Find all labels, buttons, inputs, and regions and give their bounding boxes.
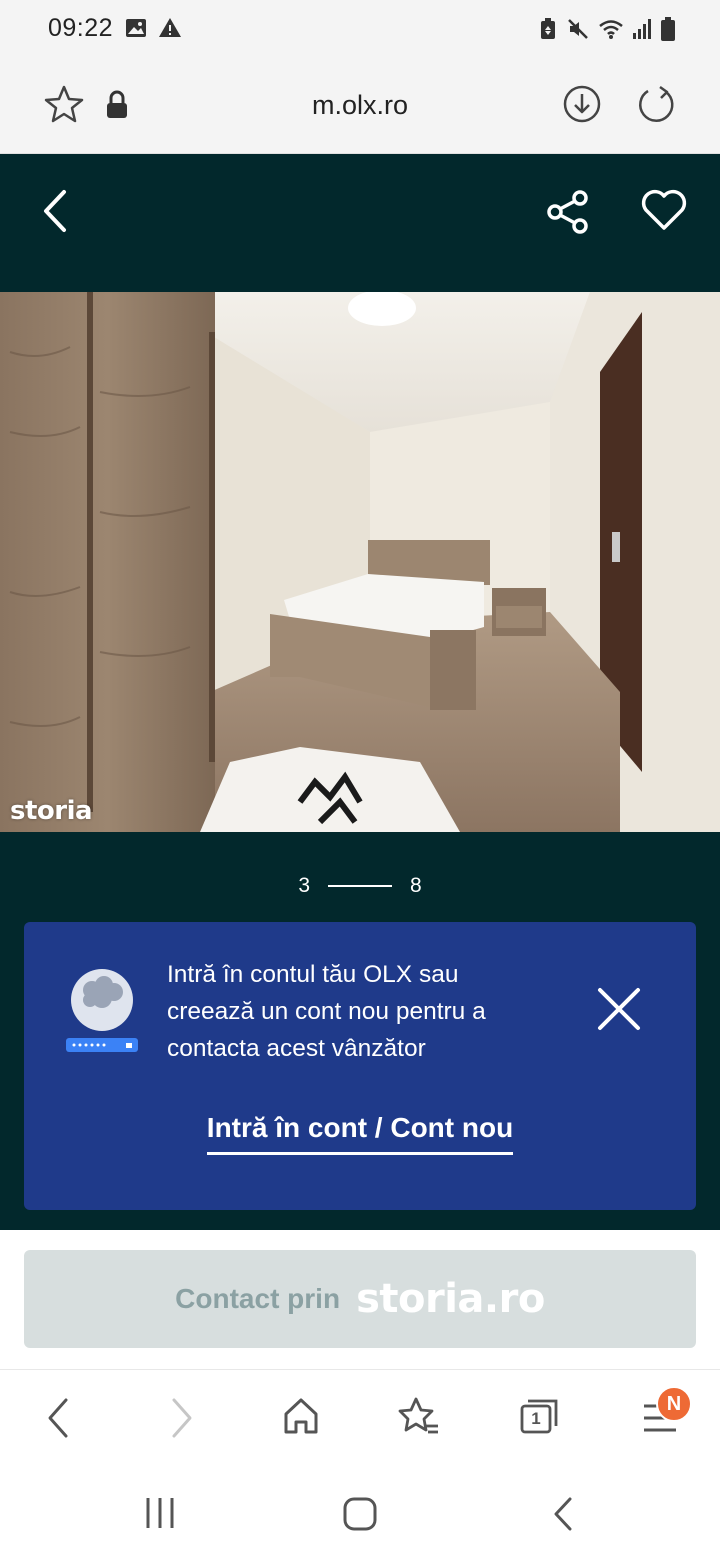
listing-body: 3 8 Intră în contul tău OLX sau creează … (0, 832, 720, 1230)
system-back-icon[interactable] (550, 1496, 576, 1532)
refresh-icon[interactable] (636, 84, 676, 124)
notification-badge: N (656, 1386, 692, 1422)
listing-photo[interactable]: storia (0, 292, 720, 832)
status-time: 09:22 (48, 14, 114, 42)
back-icon[interactable] (38, 188, 74, 234)
download-icon[interactable] (562, 84, 602, 124)
heart-icon[interactable] (640, 188, 688, 232)
battery-saver-icon (541, 18, 555, 39)
share-icon[interactable] (546, 190, 590, 234)
contact-area: Contact prin storia.ro (0, 1230, 720, 1370)
battery-icon (661, 17, 675, 41)
pager-total: 8 (410, 874, 422, 897)
tab-count: 1 (531, 1409, 541, 1428)
close-icon[interactable] (596, 986, 642, 1032)
url-text[interactable]: m.olx.ro (0, 90, 720, 121)
pager-current: 3 (298, 874, 310, 897)
home-button-icon[interactable] (342, 1496, 378, 1532)
storia-logo: storia.ro (356, 1276, 545, 1322)
browser-forward-icon[interactable] (166, 1396, 196, 1440)
status-bar: 09:22 (0, 0, 720, 60)
contact-button[interactable]: Contact prin storia.ro (24, 1250, 696, 1348)
browser-back-icon[interactable] (44, 1396, 74, 1440)
browser-toolbar: 1 N (0, 1370, 720, 1466)
bookmarks-icon[interactable] (398, 1396, 440, 1438)
storia-watermark: storia (10, 796, 93, 826)
login-register-link[interactable]: Intră în cont / Cont nou (206, 1112, 514, 1155)
bedroom-photo (0, 292, 720, 832)
user-avatar-icon (66, 969, 138, 1052)
browser-address-bar: m.olx.ro (0, 60, 720, 154)
listing-header (0, 154, 720, 292)
contact-label: Contact prin (175, 1283, 341, 1314)
photo-pager: 3 8 (0, 874, 720, 898)
login-message: Intră în contul tău OLX sau creează un c… (167, 961, 486, 1062)
tabs-button[interactable]: 1 (518, 1396, 562, 1436)
warning-icon (159, 18, 181, 37)
home-icon[interactable] (282, 1396, 320, 1436)
pager-divider (328, 885, 392, 887)
signal-icon (633, 19, 651, 39)
login-prompt-card: Intră în contul tău OLX sau creează un c… (24, 922, 696, 1210)
wifi-icon (599, 20, 623, 39)
system-navigation (0, 1466, 720, 1560)
mute-icon (568, 19, 588, 39)
recent-apps-icon[interactable] (144, 1496, 176, 1530)
image-icon (126, 19, 146, 37)
